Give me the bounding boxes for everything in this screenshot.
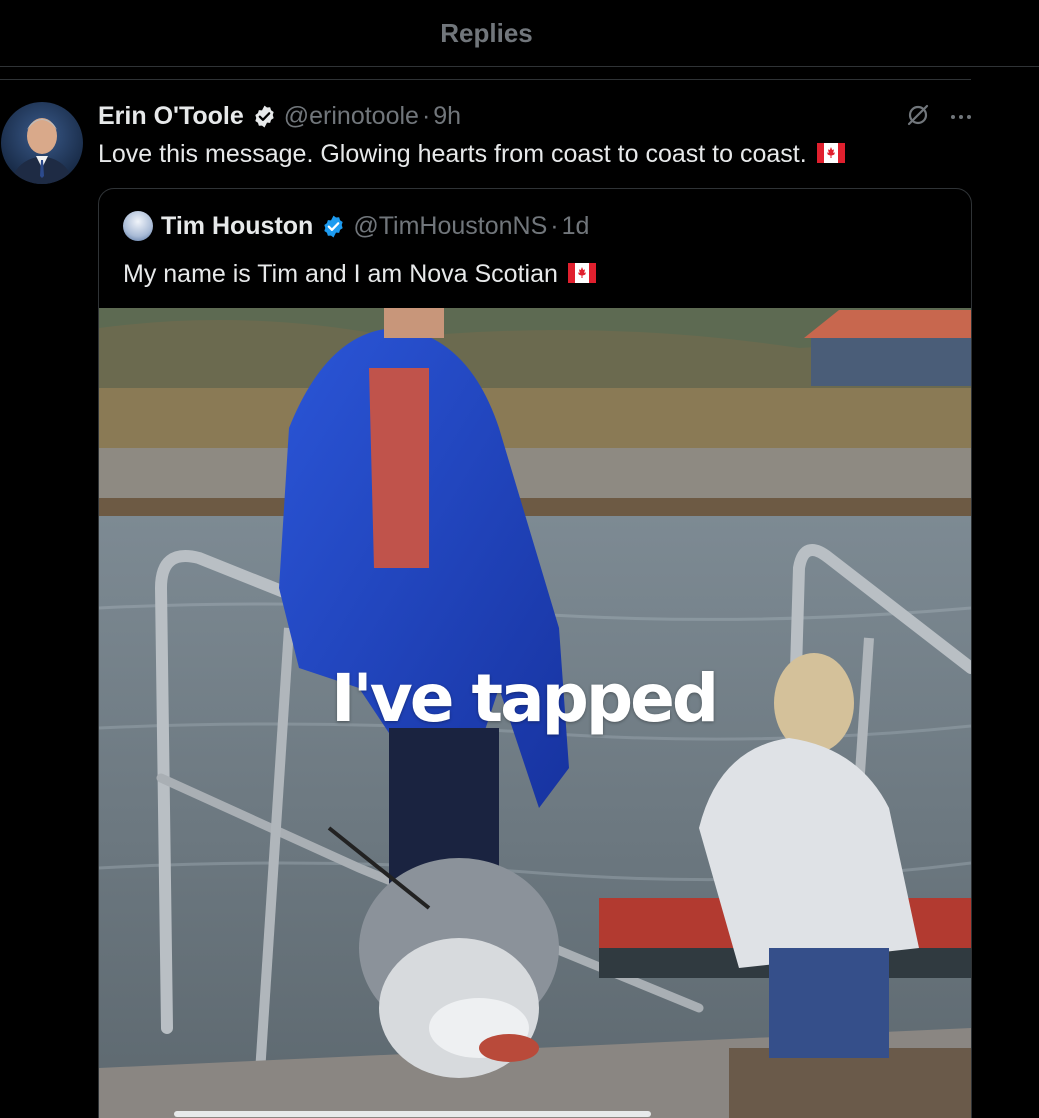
avatar-photo	[11, 118, 73, 184]
quoted-tweet-header: Tim Houston @TimHoustonNS · 1d	[123, 211, 589, 241]
verified-badge-icon	[252, 104, 277, 129]
tweet-time[interactable]: 9h	[433, 102, 461, 131]
quoted-tweet[interactable]: Tim Houston @TimHoustonNS · 1d My name i…	[98, 188, 972, 1118]
quoted-author-name[interactable]: Tim Houston	[161, 212, 313, 241]
canada-flag-icon	[567, 258, 596, 292]
author-name[interactable]: Erin O'Toole	[98, 102, 244, 131]
home-indicator[interactable]	[174, 1111, 651, 1117]
replies-page: Replies Erin O'Toole @erinotoole · 9h Lo…	[0, 0, 1039, 1118]
tweet-actions	[905, 102, 973, 133]
page-title: Replies	[440, 17, 533, 48]
author-handle[interactable]: @erinotoole	[284, 102, 419, 131]
separator-dot: ·	[550, 211, 559, 240]
video-caption: I've tapped	[331, 660, 719, 737]
quoted-avatar[interactable]	[123, 211, 153, 241]
tweet-header: Erin O'Toole @erinotoole · 9h	[98, 98, 461, 134]
grok-icon[interactable]	[905, 102, 931, 133]
verified-badge-icon	[321, 214, 346, 239]
tweet-text: Love this message. Glowing hearts from c…	[98, 137, 845, 172]
quoted-tweet-text: My name is Tim and I am Nova Scotian	[123, 257, 596, 292]
quoted-author-handle[interactable]: @TimHoustonNS	[353, 212, 547, 241]
tweet-text-content: Love this message. Glowing hearts from c…	[98, 140, 807, 168]
avatar[interactable]	[1, 102, 83, 184]
quoted-tweet-text-content: My name is Tim and I am Nova Scotian	[123, 260, 558, 288]
quoted-tweet-time[interactable]: 1d	[562, 212, 590, 241]
more-icon[interactable]	[949, 109, 973, 127]
divider	[0, 79, 971, 80]
canada-flag-icon	[816, 138, 845, 172]
separator-dot: ·	[421, 101, 431, 130]
video-player[interactable]: I've tapped	[99, 308, 971, 1118]
replies-header: Replies	[0, 0, 1039, 67]
